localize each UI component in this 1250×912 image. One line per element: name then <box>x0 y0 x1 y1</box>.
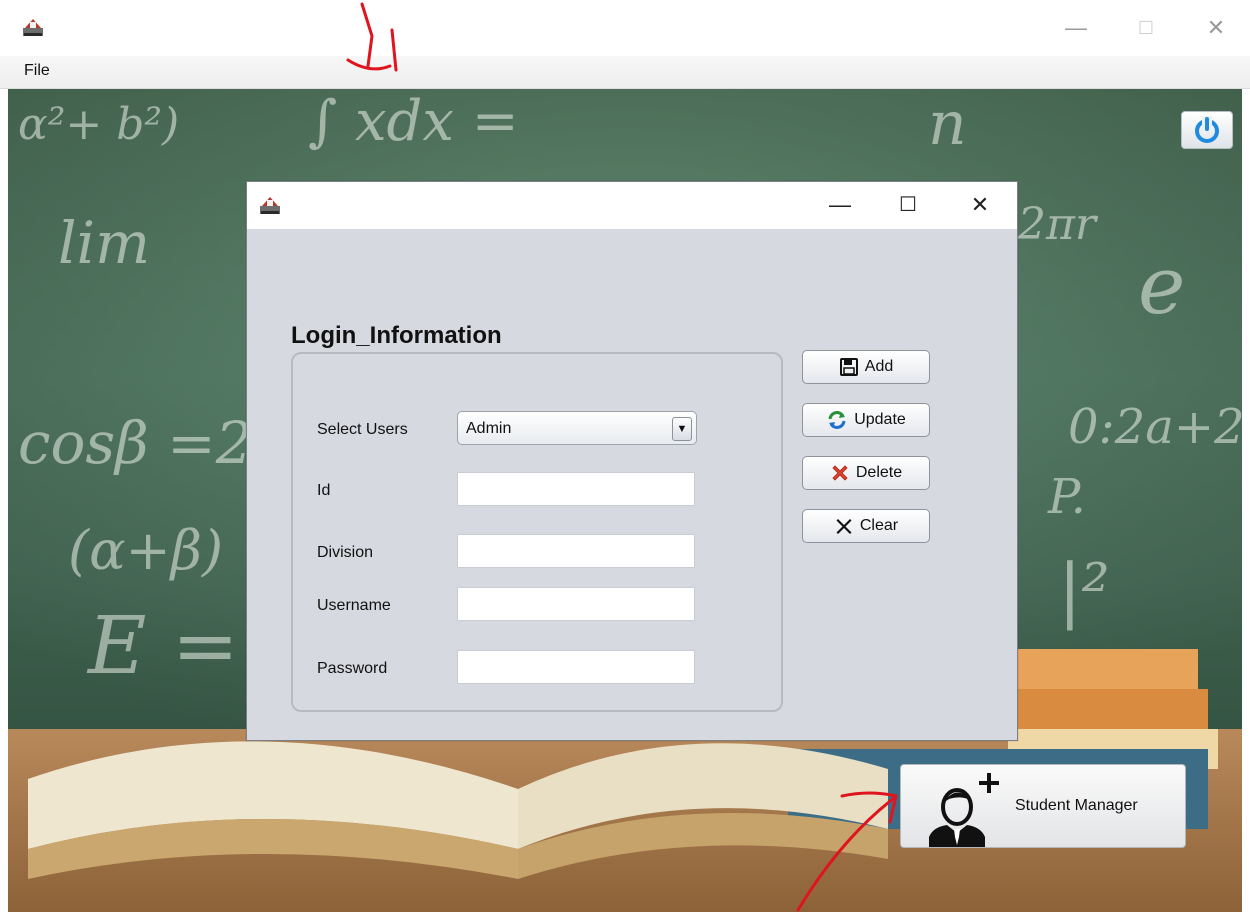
main-window-titlebar: — ☐ ✕ <box>0 0 1250 56</box>
dialog-minimize-button[interactable]: — <box>823 190 857 220</box>
maximize-button[interactable]: ☐ <box>1132 14 1160 42</box>
delete-button-label: Delete <box>855 464 903 481</box>
select-users-label: Select Users <box>317 421 408 438</box>
floppy-icon <box>839 358 858 376</box>
username-label: Username <box>317 597 391 614</box>
delete-x-icon <box>832 465 848 481</box>
division-label: Division <box>317 544 374 561</box>
login-information-dialog: — ☐ ✕ Login_Information Select Users Adm… <box>246 181 1018 741</box>
dialog-maximize-button[interactable]: ☐ <box>891 190 925 220</box>
division-field[interactable] <box>457 534 695 568</box>
menu-file[interactable]: File <box>24 62 50 80</box>
update-button[interactable]: Update <box>802 403 930 437</box>
id-field[interactable] <box>457 472 695 506</box>
clear-button[interactable]: Clear <box>802 509 930 543</box>
app-icon <box>23 19 43 36</box>
password-field[interactable] <box>457 650 695 684</box>
id-label: Id <box>317 482 331 499</box>
power-button[interactable] <box>1181 111 1233 149</box>
dialog-close-button[interactable]: ✕ <box>963 190 997 220</box>
student-manager-label: Student Manager <box>1015 797 1138 814</box>
refresh-icon <box>828 411 846 429</box>
power-icon <box>1195 116 1219 143</box>
add-button-label: Add <box>864 358 894 375</box>
dialog-titlebar: — ☐ ✕ <box>247 182 1017 229</box>
clear-x-icon <box>836 519 852 534</box>
select-users-dropdown[interactable]: Admin ▼ <box>457 411 697 445</box>
delete-button[interactable]: Delete <box>802 456 930 490</box>
add-button[interactable]: Add <box>802 350 930 384</box>
student-manager-button[interactable]: Student Manager <box>900 764 1186 848</box>
username-field[interactable] <box>457 587 695 621</box>
clear-button-label: Clear <box>859 517 899 534</box>
dialog-app-icon <box>260 197 280 214</box>
menu-bar: File <box>0 56 1250 89</box>
update-button-label: Update <box>854 411 906 428</box>
select-users-value: Admin <box>466 420 512 437</box>
password-label: Password <box>317 660 388 677</box>
add-user-icon <box>929 773 999 847</box>
chevron-down-icon: ▼ <box>672 417 692 441</box>
minimize-button[interactable]: — <box>1062 14 1090 42</box>
section-title: Login_Information <box>291 322 502 349</box>
close-button[interactable]: ✕ <box>1202 14 1230 42</box>
